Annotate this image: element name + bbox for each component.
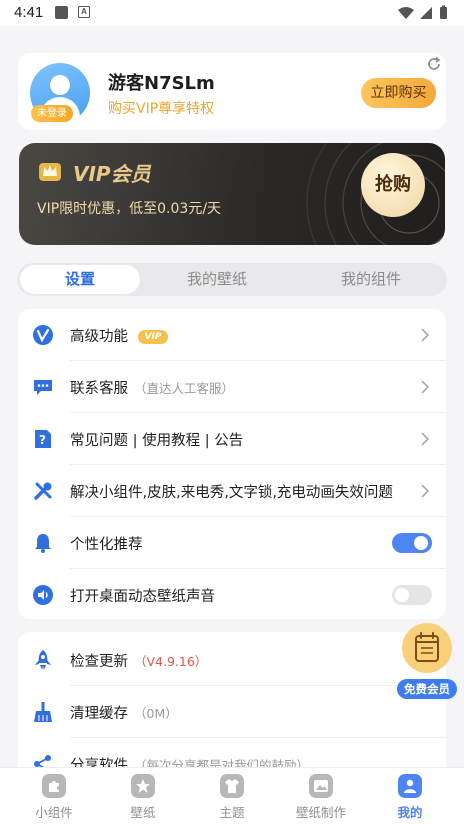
list-item-fix-issues[interactable]: 解决小组件,皮肤,来电秀,文字锁,充电动画失效问题 — [18, 465, 446, 517]
wallpaper-icon — [131, 774, 155, 798]
calendar-icon — [402, 623, 452, 673]
personalized-toggle[interactable] — [392, 533, 432, 553]
nav-label: 壁纸 — [130, 805, 156, 820]
list-item-faq[interactable]: ? 常见问题 | 使用教程 | 公告 — [18, 413, 446, 465]
other-list: 检查更新 （V4.9.16） 清理缓存 （0M） 分享软件 （每次分享都是对我们的鼓励… — [18, 632, 446, 782]
free-vip-label: 免费会员 — [397, 679, 457, 699]
nav-mine[interactable]: 我的 — [370, 774, 450, 822]
bottom-nav: 小组件 壁纸 主题 壁纸制作 我的 — [0, 767, 464, 824]
item-label: 高级功能 — [70, 329, 128, 345]
nav-label: 小组件 — [35, 805, 73, 820]
tools-icon — [34, 482, 52, 500]
battery-icon — [440, 7, 447, 19]
status-time: 4:41 — [14, 4, 44, 21]
crown-icon — [39, 163, 61, 181]
profile-card[interactable]: 游客N7SLm 购买VIP尊享特权 立即购买 — [18, 53, 446, 130]
chat-icon — [34, 380, 52, 395]
chevron-right-icon — [421, 380, 430, 394]
sound-icon — [33, 585, 53, 605]
item-label: 打开桌面动态壁纸声音 — [70, 589, 215, 605]
item-label: 常见问题 | 使用教程 | 公告 — [70, 433, 244, 449]
list-item-clear-cache[interactable]: 清理缓存 （0M） — [18, 686, 446, 738]
svg-text:?: ? — [39, 433, 46, 447]
notification-square-icon — [55, 6, 68, 19]
login-status-badge: 未登录 — [31, 105, 73, 122]
vip-offer-text: VIP限时优惠，低至0.03元/天 — [37, 201, 222, 217]
cache-size-hint: （0M） — [134, 706, 178, 721]
help-doc-icon: ? — [35, 430, 51, 448]
list-item-wallpaper-sound: 打开桌面动态壁纸声音 — [18, 569, 446, 621]
status-icons — [398, 5, 447, 19]
tab-bar: 设置 我的壁纸 我的组件 — [17, 263, 447, 296]
vip-title: VIP会员 — [73, 162, 151, 186]
settings-list: 高级功能 VIP 联系客服 （直达人工客服） ? 常见问题 | 使用教程 | 公告 … — [18, 309, 446, 619]
nav-wallpaper-make[interactable]: 壁纸制作 — [281, 774, 361, 822]
vip-promo-text[interactable]: 购买VIP尊享特权 — [108, 98, 214, 118]
item-hint: （直达人工客服） — [134, 381, 235, 396]
signal-icon — [420, 7, 432, 19]
person-icon — [398, 774, 422, 798]
free-vip-float-button[interactable]: 免费会员 — [397, 623, 457, 701]
username: 游客N7SLm — [108, 73, 215, 94]
item-label: 检查更新 — [70, 654, 128, 670]
v-badge-icon — [33, 325, 53, 345]
version-hint: （V4.9.16） — [134, 654, 208, 669]
list-item-contact-support[interactable]: 联系客服 （直达人工客服） — [18, 361, 446, 413]
widget-icon — [42, 774, 66, 798]
nav-label: 我的 — [397, 805, 423, 820]
status-bar: 4:41 A — [0, 0, 464, 26]
nav-widgets[interactable]: 小组件 — [14, 774, 94, 822]
item-label: 个性化推荐 — [70, 537, 143, 553]
wifi-icon — [398, 7, 414, 19]
list-item-personalized-recommend: 个性化推荐 — [18, 517, 446, 569]
nav-wallpaper[interactable]: 壁纸 — [103, 774, 183, 822]
grab-button[interactable]: 抢购 — [361, 153, 425, 217]
item-label: 清理缓存 — [70, 706, 128, 722]
chevron-right-icon — [421, 432, 430, 446]
shirt-icon — [220, 774, 244, 798]
item-label: 解决小组件,皮肤,来电秀,文字锁,充电动画失效问题 — [70, 485, 393, 501]
chevron-right-icon — [421, 484, 430, 498]
buy-now-button[interactable]: 立即购买 — [361, 78, 436, 108]
tab-settings[interactable]: 设置 — [20, 265, 140, 294]
nav-label: 壁纸制作 — [295, 805, 346, 820]
list-item-check-update[interactable]: 检查更新 （V4.9.16） — [18, 634, 446, 686]
tab-my-widgets[interactable]: 我的组件 — [311, 263, 431, 296]
vip-tag: VIP — [138, 330, 168, 344]
rocket-icon — [35, 650, 51, 670]
item-label: 联系客服 — [70, 381, 128, 397]
chevron-right-icon — [421, 328, 430, 342]
notification-a-icon: A — [78, 6, 90, 18]
tab-my-wallpapers[interactable]: 我的壁纸 — [157, 263, 277, 296]
list-item-advanced[interactable]: 高级功能 VIP — [18, 309, 446, 361]
wallpaper-make-icon — [309, 774, 333, 798]
refresh-icon[interactable] — [426, 56, 442, 72]
bell-icon — [35, 534, 51, 553]
nav-label: 主题 — [219, 805, 245, 820]
broom-icon — [34, 702, 52, 722]
wallpaper-sound-toggle[interactable] — [392, 585, 432, 605]
nav-theme[interactable]: 主题 — [192, 774, 272, 822]
vip-banner[interactable]: VIP会员 VIP限时优惠，低至0.03元/天 抢购 — [19, 143, 445, 245]
